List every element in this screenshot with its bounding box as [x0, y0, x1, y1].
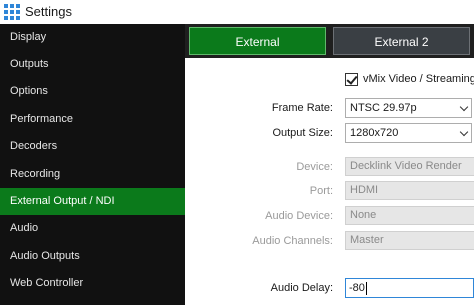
audio-device-field: None — [345, 206, 474, 225]
port-field: HDMI — [345, 181, 474, 200]
output-size-value: 1280x720 — [350, 127, 399, 139]
vmix-video-streaming-checkbox-row[interactable]: vMix Video / Streaming — [345, 71, 474, 87]
sidebar-item-recording[interactable]: Recording — [0, 161, 185, 188]
sidebar-item-audio[interactable]: Audio — [0, 215, 185, 242]
sidebar-item-display[interactable]: Display — [0, 24, 185, 51]
output-size-label: Output Size: — [272, 127, 333, 139]
frame-rate-label: Frame Rate: — [271, 102, 333, 114]
sidebar-item-audio-outputs[interactable]: Audio Outputs — [0, 243, 185, 270]
audio-channels-label: Audio Channels: — [252, 235, 333, 247]
audio-delay-value: -80 — [349, 282, 365, 294]
tab-bar: External External 2 — [185, 24, 474, 58]
sidebar-item-performance[interactable]: Performance — [0, 106, 185, 133]
chevron-down-icon — [459, 102, 469, 112]
tab-external[interactable]: External — [189, 27, 326, 55]
output-size-select[interactable]: 1280x720 — [345, 123, 472, 143]
port-label: Port: — [309, 185, 333, 197]
chevron-down-icon — [459, 127, 469, 137]
device-field: Decklink Video Render — [345, 157, 474, 176]
window-title: Settings — [25, 4, 72, 19]
audio-channels-field: Master — [345, 231, 474, 250]
audio-delay-input[interactable]: -80 — [345, 278, 474, 298]
frame-rate-select[interactable]: NTSC 29.97p — [345, 98, 472, 118]
audio-delay-label: Audio Delay: — [270, 282, 333, 294]
sidebar-item-decoders[interactable]: Decoders — [0, 133, 185, 160]
sidebar-item-outputs[interactable]: Outputs — [0, 51, 185, 78]
settings-sidebar: Display Outputs Options Performance Deco… — [0, 24, 185, 305]
vmix-video-streaming-checkbox[interactable] — [345, 72, 358, 86]
device-label: Device: — [296, 161, 333, 173]
frame-rate-value: NTSC 29.97p — [350, 102, 417, 114]
vmix-video-streaming-label: vMix Video / Streaming — [363, 73, 474, 85]
audio-device-label: Audio Device: — [265, 210, 333, 222]
sidebar-item-options[interactable]: Options — [0, 78, 185, 105]
text-caret — [365, 281, 367, 295]
title-bar: Settings — [0, 0, 474, 24]
sidebar-item-web-controller[interactable]: Web Controller — [0, 270, 185, 297]
sidebar-item-external-output-ndi[interactable]: External Output / NDI — [0, 188, 185, 215]
vmix-grid-icon — [4, 4, 20, 20]
tab-external-2[interactable]: External 2 — [333, 27, 470, 55]
